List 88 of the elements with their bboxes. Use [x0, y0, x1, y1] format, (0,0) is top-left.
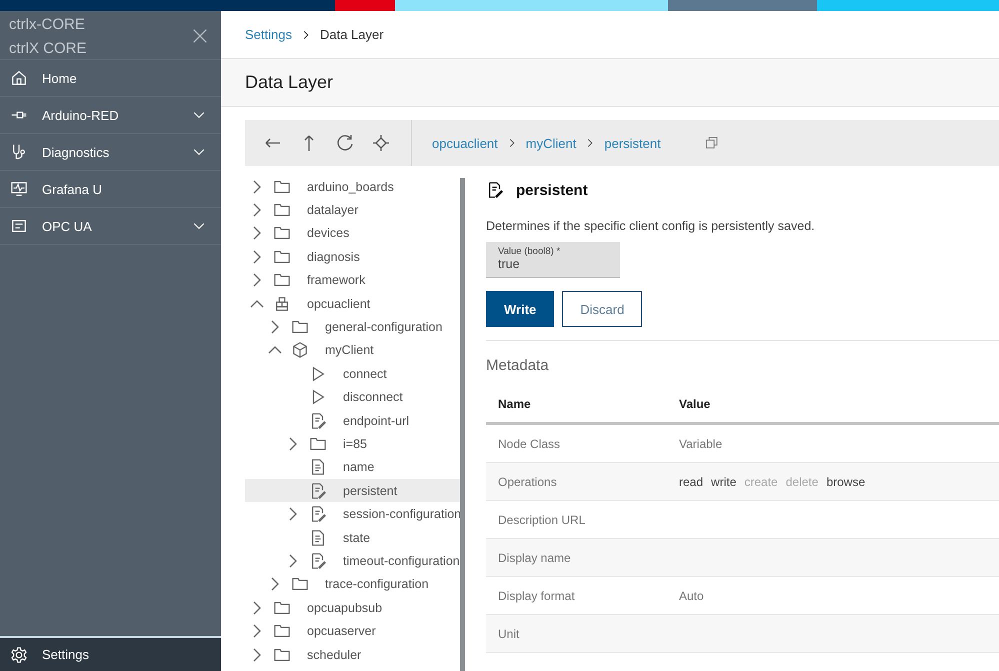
tree-item[interactable]: arduino_boards: [245, 175, 463, 198]
cube-icon: [291, 341, 309, 360]
expand-icon: [253, 226, 261, 240]
edit-document-icon: [486, 181, 504, 199]
tree-item[interactable]: opcuapubsub: [245, 596, 463, 620]
crosshair-icon: [371, 133, 391, 153]
copy-button[interactable]: [704, 136, 719, 150]
path-link[interactable]: persistent: [604, 136, 661, 150]
tree-item[interactable]: state: [245, 526, 463, 550]
edit-document-icon: [309, 552, 327, 570]
operation-label: write: [711, 474, 736, 488]
path-link[interactable]: myClient: [526, 136, 576, 150]
expand-icon: [289, 507, 297, 522]
locate-button[interactable]: [371, 133, 391, 153]
breadcrumb-current: Data Layer: [320, 27, 384, 42]
blocks-icon: [273, 294, 291, 313]
section-title: Metadata: [486, 357, 550, 374]
tree-item[interactable]: persistent: [245, 479, 463, 502]
refresh-icon: [335, 133, 355, 153]
node-description: Determines if the specific client config is persistently saved.: [486, 219, 816, 233]
tree-item[interactable]: endpoint-url: [245, 408, 463, 432]
edit-document-icon: [309, 505, 327, 524]
copy-icon: [704, 136, 719, 150]
column-header: Name: [486, 386, 667, 424]
tree-item[interactable]: framework: [245, 268, 463, 292]
nav-item[interactable]: Grafana U: [0, 171, 221, 208]
tree-item[interactable]: general-configuration: [245, 315, 463, 339]
nav-item[interactable]: Arduino-RED: [0, 97, 221, 134]
field-label: Value (bool8) *: [498, 246, 562, 257]
monitor-icon: [10, 180, 28, 198]
table-cell: Unit: [486, 614, 667, 652]
tree-item[interactable]: scheduler: [245, 642, 463, 666]
tree-item[interactable]: disconnect: [245, 386, 463, 409]
expand-icon: [253, 203, 261, 218]
app-title: ctrlx-CORE: [9, 15, 86, 35]
expand-icon: [253, 250, 261, 264]
operation-label: delete: [786, 474, 818, 488]
expand-icon: [289, 554, 297, 568]
expand-icon: [253, 180, 261, 194]
scrollbar[interactable]: [460, 178, 465, 671]
tree-item[interactable]: i=85: [245, 432, 463, 456]
document-icon: [309, 528, 327, 547]
operation-label: browse: [826, 474, 866, 488]
expand-icon: [253, 273, 261, 288]
settings-icon: [10, 646, 28, 664]
tree-item[interactable]: devices: [245, 222, 463, 246]
expand-icon: [271, 320, 279, 334]
tree-item[interactable]: timeout-configuration: [245, 549, 463, 573]
table-cell: Display name: [486, 538, 667, 576]
collapse-icon: [250, 300, 264, 308]
edit-document-icon: [309, 412, 327, 430]
operation-label: create: [744, 474, 778, 488]
nav-item[interactable]: Diagnostics: [0, 134, 221, 171]
column-header: Value: [667, 386, 999, 424]
value-input[interactable]: true: [498, 257, 608, 271]
tree-item[interactable]: session-configuration: [245, 502, 463, 526]
document-icon: [309, 458, 327, 476]
value-field[interactable]: Value (bool8) * true: [486, 242, 620, 278]
collapse-icon: [268, 346, 282, 354]
tree-item[interactable]: datalayer: [245, 198, 463, 222]
tree-item[interactable]: name: [245, 456, 463, 480]
table-cell: Operations: [486, 462, 667, 500]
expand-icon: [253, 600, 261, 615]
expand-icon: [289, 436, 297, 451]
expand-icon: [253, 624, 261, 638]
expand-icon: [271, 577, 279, 592]
app-title: ctrlX CORE: [9, 39, 87, 59]
refresh-button[interactable]: [335, 133, 355, 153]
path-link[interactable]: opcuaclient: [432, 136, 498, 150]
expand-icon: [253, 648, 261, 662]
edit-document-icon: [309, 482, 327, 500]
stethoscope-icon: [10, 143, 28, 161]
discard-button[interactable]: Discard: [562, 291, 642, 327]
tree-item[interactable]: connect: [245, 362, 463, 386]
tree-item[interactable]: diagnosis: [245, 245, 463, 269]
node-title: persistent: [516, 182, 588, 198]
tree-item[interactable]: trace-configuration: [245, 572, 463, 596]
tree-item[interactable]: myClient: [245, 338, 463, 362]
operation-label: read: [679, 474, 704, 488]
opc-ua-icon: [10, 217, 28, 235]
tree-item[interactable]: opcuaserver: [245, 619, 463, 643]
home-icon: [10, 69, 28, 87]
nav-item[interactable]: OPC UA: [0, 208, 221, 245]
tree-item[interactable]: opcuaclient: [245, 292, 463, 316]
settings-item[interactable]: Settings: [0, 636, 221, 671]
breadcrumb-link[interactable]: Settings: [245, 27, 292, 42]
write-button[interactable]: Write: [486, 291, 554, 327]
page-title: Data Layer: [245, 72, 334, 93]
